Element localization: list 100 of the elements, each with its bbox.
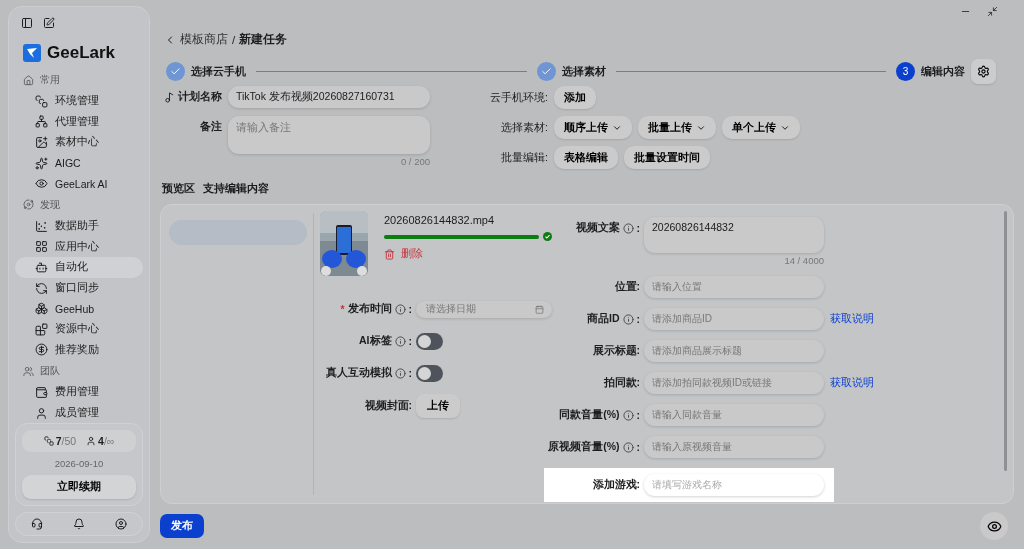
sidebar-item[interactable]: 环境管理 [15,91,143,112]
sidebar-item[interactable]: 自动化 [15,257,143,278]
action-button[interactable]: 批量设置时间 [624,146,710,169]
sidebar-item[interactable]: 应用中心 [15,236,143,258]
panel-toggle-icon[interactable] [21,17,33,29]
help-link[interactable]: 获取说明 [830,308,874,330]
required-mark: * [340,303,345,315]
account-icon[interactable] [115,518,127,531]
colon: : [408,367,412,379]
section-title: 预览区 [162,181,195,196]
planet-icon [23,199,34,211]
field-label: 位置: [614,280,640,294]
sidebar-item[interactable]: 素材中心 [15,132,143,153]
upload-button[interactable]: 上传 [416,394,460,418]
field-label: 发布时间 [347,302,392,316]
device-quota: 7/50 [55,435,77,448]
sidebar-item[interactable]: 成员管理 [15,402,143,424]
sidebar-item[interactable]: GeeHub [15,298,143,319]
sparkle-icon [35,156,48,170]
field-label: 原视频音量(%) [548,440,620,454]
section-title: 团队 [40,364,60,379]
boxes-icon [35,302,48,316]
field-label: AI标签 [359,334,392,348]
trash-icon [384,248,395,260]
field-label: 计划名称 [178,90,222,104]
field-label: 展示标题: [592,344,640,358]
field-label: 批量编辑: [500,150,548,165]
image-icon [35,136,48,149]
colon: : [408,335,412,347]
eye-icon [986,518,1002,534]
step-label: 编辑内容 [921,64,965,79]
renew-button[interactable]: 立即续期 [22,475,136,500]
field-label: 拍同款: [603,376,640,390]
dropdown-button[interactable]: 单个上传 [722,116,800,139]
colon: : [636,441,640,453]
grid-icon [35,240,48,254]
sidebar-item[interactable]: 窗口同步 [15,277,143,299]
sync-icon [35,281,48,295]
colon: : [408,303,412,315]
team-icon [23,365,34,377]
blocks-icon [35,322,48,336]
sidebar-item[interactable]: GeeLark AI [15,173,143,194]
robot-icon [35,260,48,274]
section-subtitle: 支持编辑内容 [203,181,269,196]
support-icon[interactable] [31,518,43,531]
check-icon [543,232,552,241]
char-counter: 14 / 4000 [784,255,824,266]
publish-button[interactable]: 发布 [160,514,204,538]
char-counter: 0 / 200 [400,156,430,167]
brand-name: GeeLark [47,43,116,63]
field-label: 商品ID [587,312,620,326]
breadcrumb-separator: / [232,33,236,46]
field-label: 选择素材: [500,120,548,135]
colon: : [636,222,640,234]
section-title: 发现 [40,197,60,212]
home-icon [23,74,34,86]
field-label: 同款音量(%) [559,408,620,422]
logo-icon [23,44,41,62]
sidebar-item[interactable]: 费用管理 [15,382,143,403]
toggle-switch[interactable] [416,332,443,350]
user-icon [86,436,97,447]
step-label: 选择云手机 [191,64,246,79]
member-quota: 4/∞ [98,435,115,448]
field-label: 备注 [200,120,222,134]
page-title: 新建任务 [239,32,288,47]
user-icon [35,406,48,420]
help-link[interactable]: 获取说明 [830,372,874,394]
field-label: 真人互动模拟 [325,366,392,380]
expiry-date: 2026-09-10 [54,458,104,470]
settings-button[interactable] [971,59,996,84]
plan-name-field[interactable]: TikTok 发布视频20260827160731 [228,86,430,108]
sidebar-item[interactable]: AIGC [15,152,143,174]
assistant-button[interactable] [980,512,1008,540]
calendar-icon [535,304,544,314]
field-label: 添加游戏: [592,478,640,492]
dropdown-button[interactable]: 顺序上传 [554,116,632,139]
sidebar-item[interactable]: 代理管理 [15,111,143,133]
colon: : [636,409,640,421]
restore-icon[interactable] [987,6,998,17]
breadcrumb-link[interactable]: 模板商店 [180,32,228,47]
dropdown-button[interactable]: 批量上传 [638,116,716,139]
edit-icon[interactable] [43,17,55,29]
dollar-icon [35,343,48,357]
settings-icon [977,65,990,78]
colon: : [636,313,640,325]
action-button[interactable]: 添加 [554,86,596,109]
action-button[interactable]: 表格编辑 [554,146,618,169]
sidebar-item[interactable]: 推荐奖励 [15,339,143,361]
sidebar-item[interactable]: 资源中心 [15,318,143,340]
file-name: 20260826144832.mp4 [384,214,496,226]
caption-field[interactable]: 20260826144832 [644,217,824,253]
wallet-icon [35,385,48,399]
scatter-chart-icon [35,219,48,233]
toggle-switch[interactable] [416,364,443,382]
bell-icon[interactable] [73,518,85,531]
field-label: 云手机环境: [489,90,548,105]
sidebar-item[interactable]: 数据助手 [15,215,143,237]
field-label: 视频文案 [575,221,620,235]
eye-icon [35,177,48,191]
field-label: 视频封面: [364,399,412,413]
